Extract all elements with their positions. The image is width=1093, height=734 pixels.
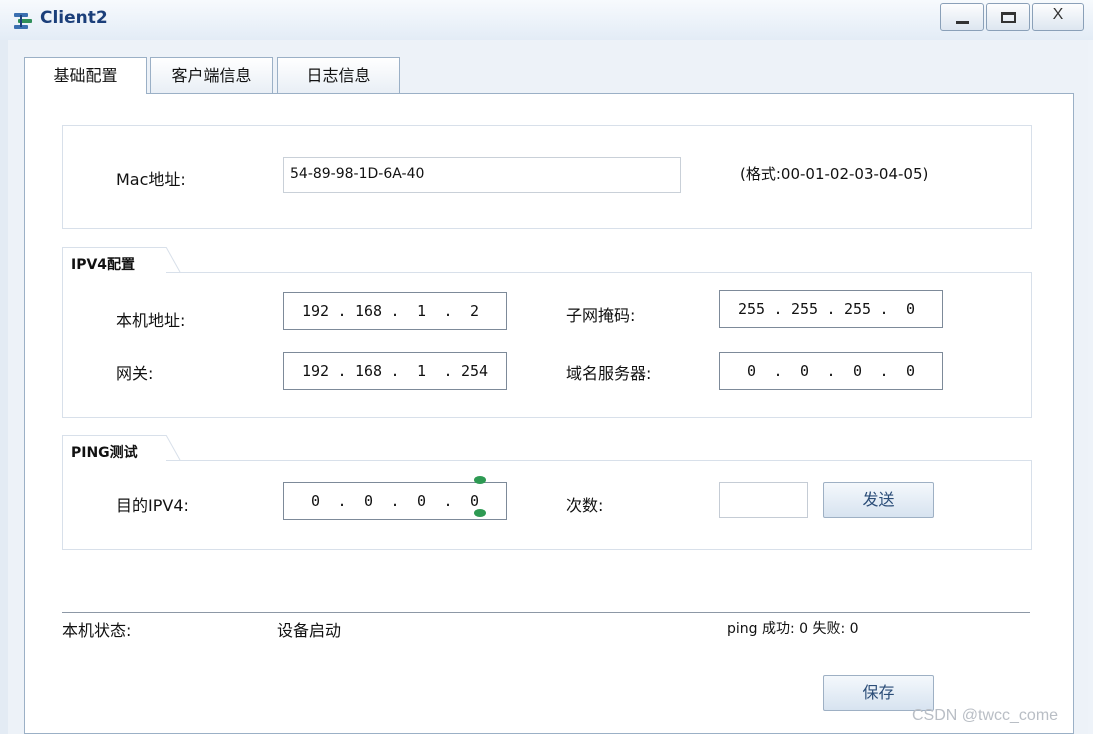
local-octet-1[interactable]: 192 bbox=[294, 302, 337, 320]
minimize-icon bbox=[956, 21, 969, 24]
save-button[interactable]: 保存 bbox=[823, 675, 934, 711]
dest-ipv4-label: 目的IPV4: bbox=[116, 496, 189, 515]
gateway-input[interactable]: 192. 168. 1. 254 bbox=[283, 352, 507, 390]
tab-basic-config[interactable]: 基础配置 bbox=[24, 57, 147, 94]
tab-log-info[interactable]: 日志信息 bbox=[277, 57, 400, 94]
window-left-edge bbox=[0, 40, 8, 734]
dns-octet-3[interactable]: 0 bbox=[836, 362, 879, 380]
gateway-octet-2[interactable]: 168 bbox=[347, 362, 390, 380]
minimize-button[interactable] bbox=[940, 3, 984, 31]
gateway-octet-1[interactable]: 192 bbox=[294, 362, 337, 380]
mac-label: Mac地址: bbox=[116, 170, 186, 189]
dns-octet-2[interactable]: 0 bbox=[783, 362, 826, 380]
local-address-input[interactable]: 192. 168. 1. 2 bbox=[283, 292, 507, 330]
mask-octet-2[interactable]: 255 bbox=[783, 300, 826, 318]
dest-octet-2[interactable]: 0 bbox=[347, 492, 390, 510]
mac-format-hint: (格式:00-01-02-03-04-05) bbox=[740, 165, 929, 183]
local-octet-4[interactable]: 2 bbox=[453, 302, 496, 320]
subnet-mask-input[interactable]: 255. 255. 255. 0 bbox=[719, 290, 943, 328]
spin-down-icon[interactable] bbox=[474, 509, 486, 517]
device-status-value: 设备启动 bbox=[277, 621, 342, 640]
dns-octet-4[interactable]: 0 bbox=[889, 362, 932, 380]
mask-octet-3[interactable]: 255 bbox=[836, 300, 879, 318]
mac-input[interactable]: 54-89-98-1D-6A-40 bbox=[283, 157, 681, 193]
maximize-icon bbox=[1001, 12, 1016, 23]
close-button[interactable]: X bbox=[1032, 3, 1084, 31]
local-address-label: 本机地址: bbox=[116, 311, 186, 330]
title-bar: Client2 X bbox=[0, 0, 1093, 40]
mac-value: 54-89-98-1D-6A-40 bbox=[290, 166, 425, 182]
ping-count-label: 次数: bbox=[566, 496, 604, 515]
ping-legend-tab-edge bbox=[150, 435, 181, 461]
close-icon: X bbox=[1052, 6, 1064, 23]
watermark: CSDN @twcc_come bbox=[912, 707, 1059, 724]
local-octet-2[interactable]: 168 bbox=[347, 302, 390, 320]
ping-count-input[interactable] bbox=[719, 482, 808, 518]
ipv4-legend-tab-edge bbox=[150, 247, 181, 273]
dns-server-label: 域名服务器: bbox=[566, 364, 652, 383]
send-button[interactable]: 发送 bbox=[823, 482, 934, 518]
dns-octet-1[interactable]: 0 bbox=[730, 362, 773, 380]
window-title: Client2 bbox=[40, 8, 108, 28]
client-app-icon bbox=[14, 13, 32, 29]
gateway-octet-3[interactable]: 1 bbox=[400, 362, 443, 380]
gateway-label: 网关: bbox=[116, 364, 154, 383]
status-divider bbox=[62, 612, 1030, 613]
tab-client-info[interactable]: 客户端信息 bbox=[150, 57, 273, 94]
maximize-button[interactable] bbox=[986, 3, 1030, 31]
dest-octet-1[interactable]: 0 bbox=[294, 492, 337, 510]
local-octet-3[interactable]: 1 bbox=[400, 302, 443, 320]
dest-octet-3[interactable]: 0 bbox=[400, 492, 443, 510]
spin-up-icon[interactable] bbox=[474, 476, 486, 484]
mask-octet-4[interactable]: 0 bbox=[889, 300, 932, 318]
mask-octet-1[interactable]: 255 bbox=[730, 300, 773, 318]
dns-server-input[interactable]: 0. 0. 0. 0 bbox=[719, 352, 943, 390]
dest-octet-4[interactable]: 0 bbox=[453, 492, 496, 510]
ping-result-text: ping 成功: 0 失败: 0 bbox=[727, 621, 859, 637]
device-status-label: 本机状态: bbox=[62, 621, 132, 640]
gateway-octet-4[interactable]: 254 bbox=[453, 362, 496, 380]
subnet-mask-label: 子网掩码: bbox=[566, 306, 636, 325]
